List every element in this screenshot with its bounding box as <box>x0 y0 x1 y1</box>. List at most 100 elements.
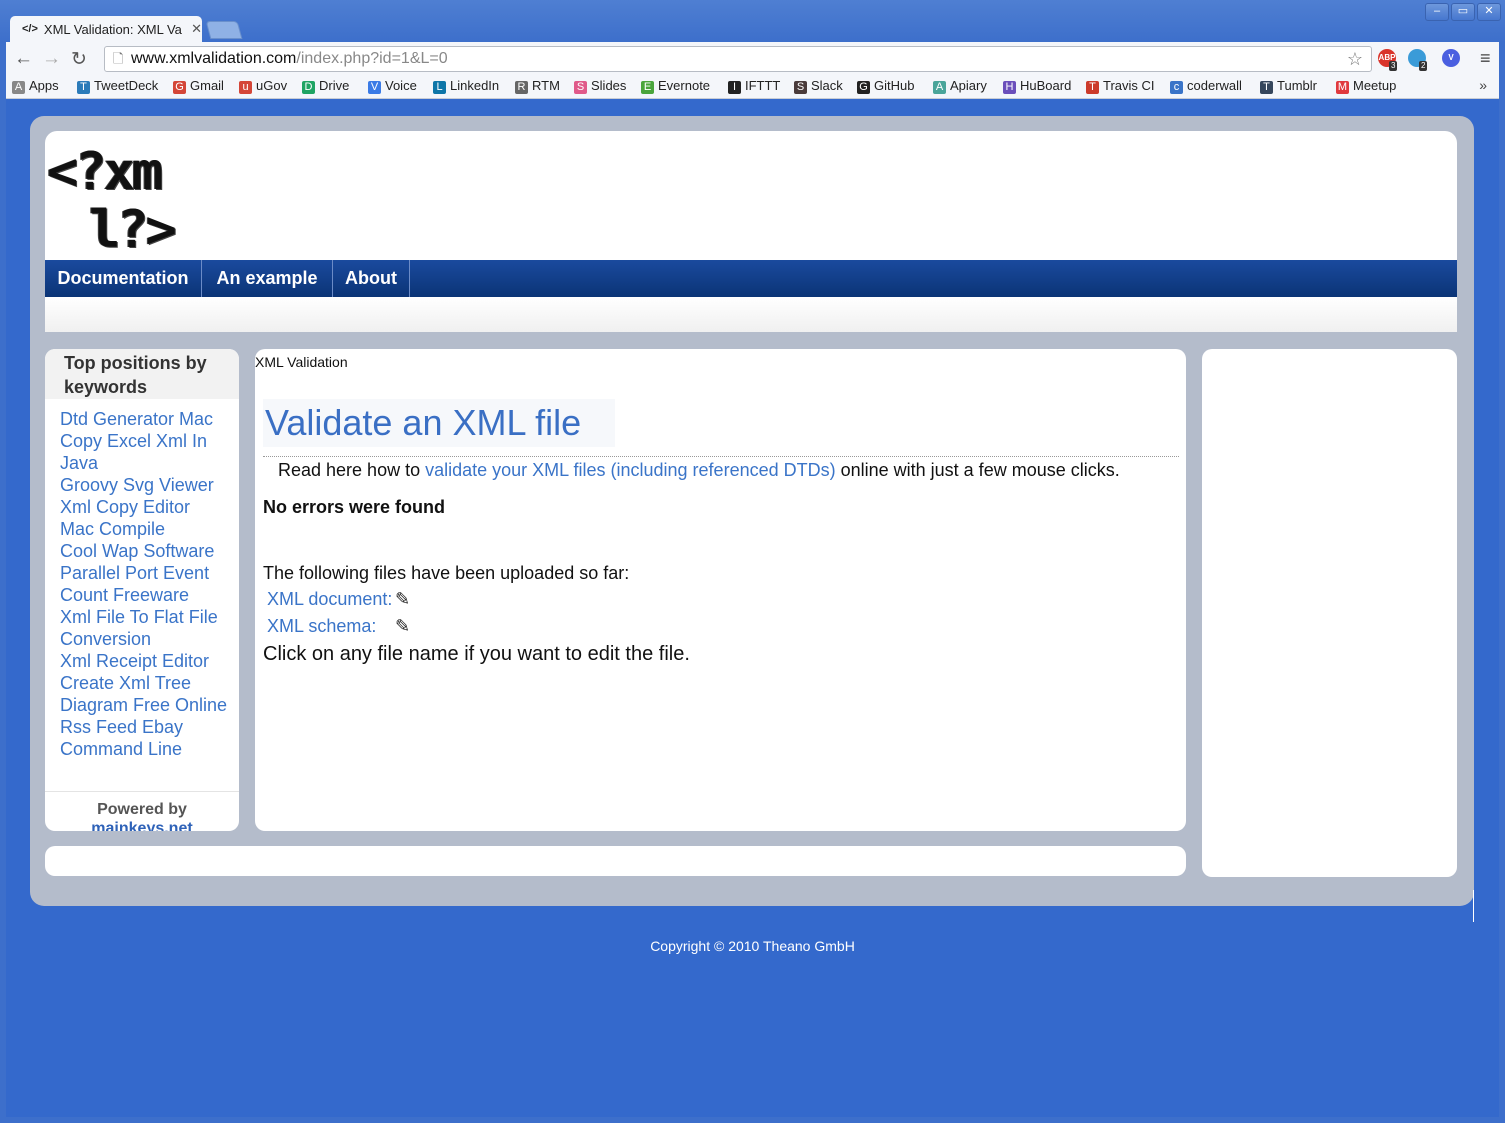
site-header: <?xm l?> Documentation An example About <box>45 131 1457 332</box>
divider <box>263 456 1179 457</box>
bookmark-label: Tumblr <box>1277 78 1317 93</box>
bookmark-tumblr[interactable]: T Tumblr <box>1260 78 1317 94</box>
apps-icon: A <box>12 81 25 94</box>
bookmark-slides[interactable]: S Slides <box>574 78 626 94</box>
bookmark-drive[interactable]: D Drive <box>302 78 349 94</box>
keyword-link[interactable]: Xml File To Flat File Conversion <box>60 606 235 650</box>
bookmark-ugov[interactable]: u uGov <box>239 78 287 94</box>
bookmark-travis-ci[interactable]: T Travis CI <box>1086 78 1155 94</box>
bookmark-evernote[interactable]: E Evernote <box>641 78 710 94</box>
nav-an-example[interactable]: An example <box>202 260 333 297</box>
browser-toolbar: ← → ↻ 🗋 www.xmlvalidation.com/index.php?… <box>6 42 1499 74</box>
bookmark-ifttt[interactable]: I IFTTT <box>728 78 780 94</box>
browser-tab[interactable]: </> XML Validation: XML Va ✕ <box>10 16 202 42</box>
intro-text: Read here how to validate your XML files… <box>278 460 1120 480</box>
rtm-icon: R <box>515 81 528 94</box>
page-title: Validate an XML file <box>263 399 615 447</box>
bookmark-voice[interactable]: V Voice <box>368 78 417 94</box>
voice-icon: V <box>368 81 381 94</box>
travis-icon: T <box>1086 81 1099 94</box>
keyword-link[interactable]: Copy Excel Xml In Java <box>60 430 235 474</box>
maximize-icon[interactable]: ▭ <box>1451 3 1475 21</box>
keyword-link[interactable]: Xml Receipt Editor <box>60 650 235 672</box>
back-icon[interactable]: ← <box>14 48 33 70</box>
apiary-icon: A <box>933 81 946 94</box>
tumblr-icon: T <box>1260 81 1273 94</box>
logo-line-1: <?xm <box>47 142 163 202</box>
bookmark-meetup[interactable]: M Meetup <box>1336 78 1396 94</box>
edit-document-icon[interactable]: ✎ <box>395 589 410 610</box>
slack-icon: S <box>794 81 807 94</box>
keyword-link[interactable]: Xml Copy Editor <box>60 496 235 518</box>
uploaded-label: The following files have been uploaded s… <box>263 563 630 583</box>
meetup-icon: M <box>1336 81 1349 94</box>
copyright: Copyright © 2010 Theano GmbH <box>650 938 855 954</box>
minimize-icon[interactable]: – <box>1425 3 1449 21</box>
keyword-list: Dtd Generator Mac Copy Excel Xml In Java G… <box>60 408 235 760</box>
bookmark-coderwall[interactable]: c coderwall <box>1170 78 1242 94</box>
forward-icon[interactable]: → <box>42 48 61 70</box>
new-tab-button[interactable] <box>205 21 243 39</box>
keyword-link[interactable]: Groovy Svg Viewer <box>60 474 235 496</box>
bookmark-apiary[interactable]: A Apiary <box>933 78 987 94</box>
reload-icon[interactable]: ↻ <box>71 48 87 71</box>
gmail-icon: G <box>173 81 186 94</box>
tab-title: XML Validation: XML Va <box>43 21 182 37</box>
extension-badge: 2 <box>1419 61 1428 71</box>
window-frame-left <box>0 42 6 1123</box>
bookmark-gmail[interactable]: G Gmail <box>173 78 224 94</box>
bookmark-slack[interactable]: S Slack <box>794 78 843 94</box>
url-host: www.xmlvalidation.com <box>131 50 297 67</box>
drive-icon: D <box>302 81 315 94</box>
chrome-menu-icon[interactable]: ≡ <box>1480 48 1491 69</box>
extension-badge: 3 <box>1389 61 1398 71</box>
keyword-sidebar: Top positions by keywords Dtd Generator … <box>45 349 239 831</box>
evernote-icon: E <box>641 81 654 94</box>
keyword-link[interactable]: Cool Wap Software <box>60 540 235 562</box>
huboard-icon: H <box>1003 81 1016 94</box>
tab-close-icon[interactable]: ✕ <box>191 21 202 37</box>
ugov-icon: u <box>239 81 252 94</box>
bookmark-rtm[interactable]: R RTM <box>515 78 560 94</box>
window-frame-right <box>1499 42 1505 1123</box>
keyword-link[interactable]: Rss Feed Ebay Command Line <box>60 716 235 760</box>
bookmark-tweetdeck[interactable]: T TweetDeck <box>77 78 158 94</box>
bookmark-star-icon[interactable]: ☆ <box>1347 47 1363 71</box>
right-sidebar <box>1202 349 1457 877</box>
slides-icon: S <box>574 81 587 94</box>
extension-v-icon[interactable]: V <box>1442 49 1460 67</box>
bookmark-apps[interactable]: A Apps <box>12 78 59 94</box>
bookmark-huboard[interactable]: H HuBoard <box>1003 78 1071 94</box>
keyword-link[interactable]: Dtd Generator Mac <box>60 408 235 430</box>
keyword-link[interactable]: Mac Compile <box>60 518 235 540</box>
favicon-icon: </> <box>22 23 38 35</box>
keyword-link[interactable]: Parallel Port Event Count Freeware <box>60 562 235 606</box>
github-icon: G <box>857 81 870 94</box>
bookmark-label: Evernote <box>658 78 711 93</box>
intro-link[interactable]: validate your XML files (including refer… <box>425 460 836 480</box>
bookmark-label: Travis CI <box>1103 78 1155 93</box>
keyword-link[interactable]: Create Xml Tree Diagram Free Online <box>60 672 235 716</box>
xml-document-link[interactable]: XML document: <box>267 589 392 610</box>
powered-by-link[interactable]: mainkeys.net <box>45 819 239 831</box>
bookmarks-more-icon[interactable]: » <box>1479 77 1487 93</box>
edit-schema-icon[interactable]: ✎ <box>395 616 410 637</box>
bookmark-linkedin[interactable]: L LinkedIn <box>433 78 499 94</box>
site-logo[interactable]: <?xm l?> <box>45 137 220 259</box>
bookmark-label: Voice <box>385 78 417 93</box>
nav-about[interactable]: About <box>333 260 410 297</box>
address-bar[interactable]: 🗋 www.xmlvalidation.com/index.php?id=1&L… <box>104 46 1372 72</box>
nav-documentation[interactable]: Documentation <box>45 260 202 297</box>
ifttt-icon: I <box>728 81 741 94</box>
xml-schema-link[interactable]: XML schema: <box>267 616 376 637</box>
window-close-icon[interactable]: ✕ <box>1477 3 1501 21</box>
subnav-bar <box>45 297 1457 332</box>
sidebar-title: Top positions by keywords <box>45 349 239 399</box>
bookmark-label: Apiary <box>950 78 987 93</box>
coderwall-icon: c <box>1170 81 1183 94</box>
bookmark-label: Drive <box>319 78 350 93</box>
bookmark-label: TweetDeck <box>94 78 159 93</box>
page-icon: 🗋 <box>113 51 124 66</box>
bookmark-github[interactable]: G GitHub <box>857 78 914 94</box>
bookmark-label: LinkedIn <box>450 78 500 93</box>
